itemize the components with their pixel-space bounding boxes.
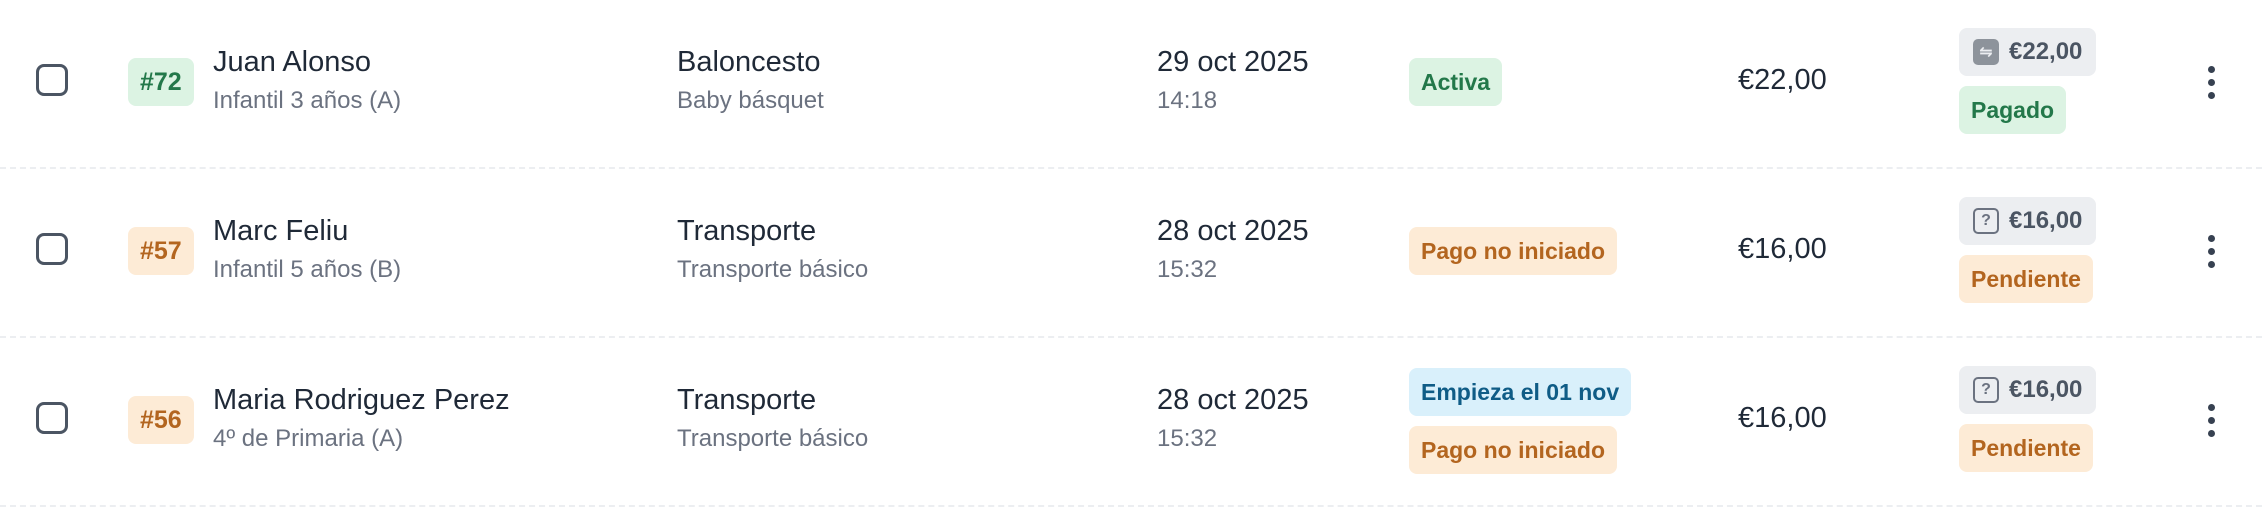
date-cell: 28 oct 2025 15:32 bbox=[1157, 213, 1309, 285]
date: 28 oct 2025 bbox=[1157, 215, 1309, 247]
registrations-table: #72 Juan Alonso Infantil 3 años (A) Balo… bbox=[0, 0, 2262, 508]
payment-amount: €16,00 bbox=[2009, 376, 2083, 403]
activity-cell: Transporte Transporte básico bbox=[677, 382, 868, 454]
student-group: 4º de Primaria (A) bbox=[213, 425, 404, 452]
more-options-icon[interactable] bbox=[2198, 58, 2224, 106]
status-badge: Pago no iniciado bbox=[1409, 426, 1618, 474]
payment-amount-badge: ? €16,00 bbox=[1959, 366, 2097, 414]
table-row[interactable]: #56 Maria Rodriguez Perez 4º de Primaria… bbox=[0, 338, 2262, 507]
activity-name: Transporte bbox=[677, 384, 817, 416]
activity-option: Transporte básico bbox=[677, 425, 869, 452]
activity-name: Transporte bbox=[677, 215, 817, 247]
table-row[interactable]: #57 Marc Feliu Infantil 5 años (B) Trans… bbox=[0, 169, 2262, 338]
more-options-icon[interactable] bbox=[2198, 396, 2224, 444]
table-row[interactable]: #72 Juan Alonso Infantil 3 años (A) Balo… bbox=[0, 0, 2262, 169]
student-name: Maria Rodriguez Perez bbox=[213, 384, 510, 416]
activity-option: Baby básquet bbox=[677, 87, 824, 114]
id-badge: #72 bbox=[128, 58, 194, 106]
student-cell: Juan Alonso Infantil 3 años (A) bbox=[213, 44, 401, 116]
payment-amount: €16,00 bbox=[2009, 207, 2083, 234]
payment-amount: €22,00 bbox=[2009, 38, 2083, 65]
activity-name: Baloncesto bbox=[677, 46, 821, 78]
status-cell: Activa bbox=[1409, 58, 1503, 106]
time: 15:32 bbox=[1157, 425, 1218, 452]
status-cell: Pago no iniciado bbox=[1409, 227, 1618, 275]
question-icon: ? bbox=[1973, 208, 1999, 234]
activity-cell: Transporte Transporte básico bbox=[677, 213, 868, 285]
question-icon: ? bbox=[1973, 377, 1999, 403]
payment-status-badge: Pendiente bbox=[1959, 424, 2093, 472]
amount: €22,00 bbox=[1738, 64, 1827, 96]
status-badge: Activa bbox=[1409, 58, 1503, 106]
status-badge: Empieza el 01 nov bbox=[1409, 368, 1632, 416]
status-cell: Empieza el 01 nov Pago no iniciado bbox=[1409, 368, 1632, 474]
payment-cell: ⇋ €22,00 Pagado bbox=[1959, 28, 2097, 134]
payment-cell: ? €16,00 Pendiente bbox=[1959, 366, 2097, 472]
amount: €16,00 bbox=[1738, 402, 1827, 434]
student-group: Infantil 3 años (A) bbox=[213, 87, 402, 114]
payment-amount-badge: ? €16,00 bbox=[1959, 197, 2097, 245]
student-group: Infantil 5 años (B) bbox=[213, 256, 402, 283]
student-name: Marc Feliu bbox=[213, 215, 349, 247]
amount: €16,00 bbox=[1738, 233, 1827, 265]
payment-status-badge: Pendiente bbox=[1959, 255, 2093, 303]
activity-option: Transporte básico bbox=[677, 256, 869, 283]
transfer-icon: ⇋ bbox=[1973, 39, 1999, 65]
payment-amount-badge: ⇋ €22,00 bbox=[1959, 28, 2097, 76]
id-badge: #57 bbox=[128, 227, 194, 275]
date: 29 oct 2025 bbox=[1157, 46, 1309, 78]
row-checkbox[interactable] bbox=[36, 402, 68, 434]
activity-cell: Baloncesto Baby básquet bbox=[677, 44, 824, 116]
student-name: Juan Alonso bbox=[213, 46, 372, 78]
date-cell: 28 oct 2025 15:32 bbox=[1157, 382, 1309, 454]
more-options-icon[interactable] bbox=[2198, 227, 2224, 275]
time: 15:32 bbox=[1157, 256, 1218, 283]
date-cell: 29 oct 2025 14:18 bbox=[1157, 44, 1309, 116]
row-checkbox[interactable] bbox=[36, 233, 68, 265]
id-badge: #56 bbox=[128, 396, 194, 444]
status-badge: Pago no iniciado bbox=[1409, 227, 1618, 275]
student-cell: Marc Feliu Infantil 5 años (B) bbox=[213, 213, 401, 285]
row-checkbox[interactable] bbox=[36, 64, 68, 96]
date: 28 oct 2025 bbox=[1157, 384, 1309, 416]
student-cell: Maria Rodriguez Perez 4º de Primaria (A) bbox=[213, 382, 510, 454]
time: 14:18 bbox=[1157, 87, 1218, 114]
payment-cell: ? €16,00 Pendiente bbox=[1959, 197, 2097, 303]
payment-status-badge: Pagado bbox=[1959, 86, 2067, 134]
